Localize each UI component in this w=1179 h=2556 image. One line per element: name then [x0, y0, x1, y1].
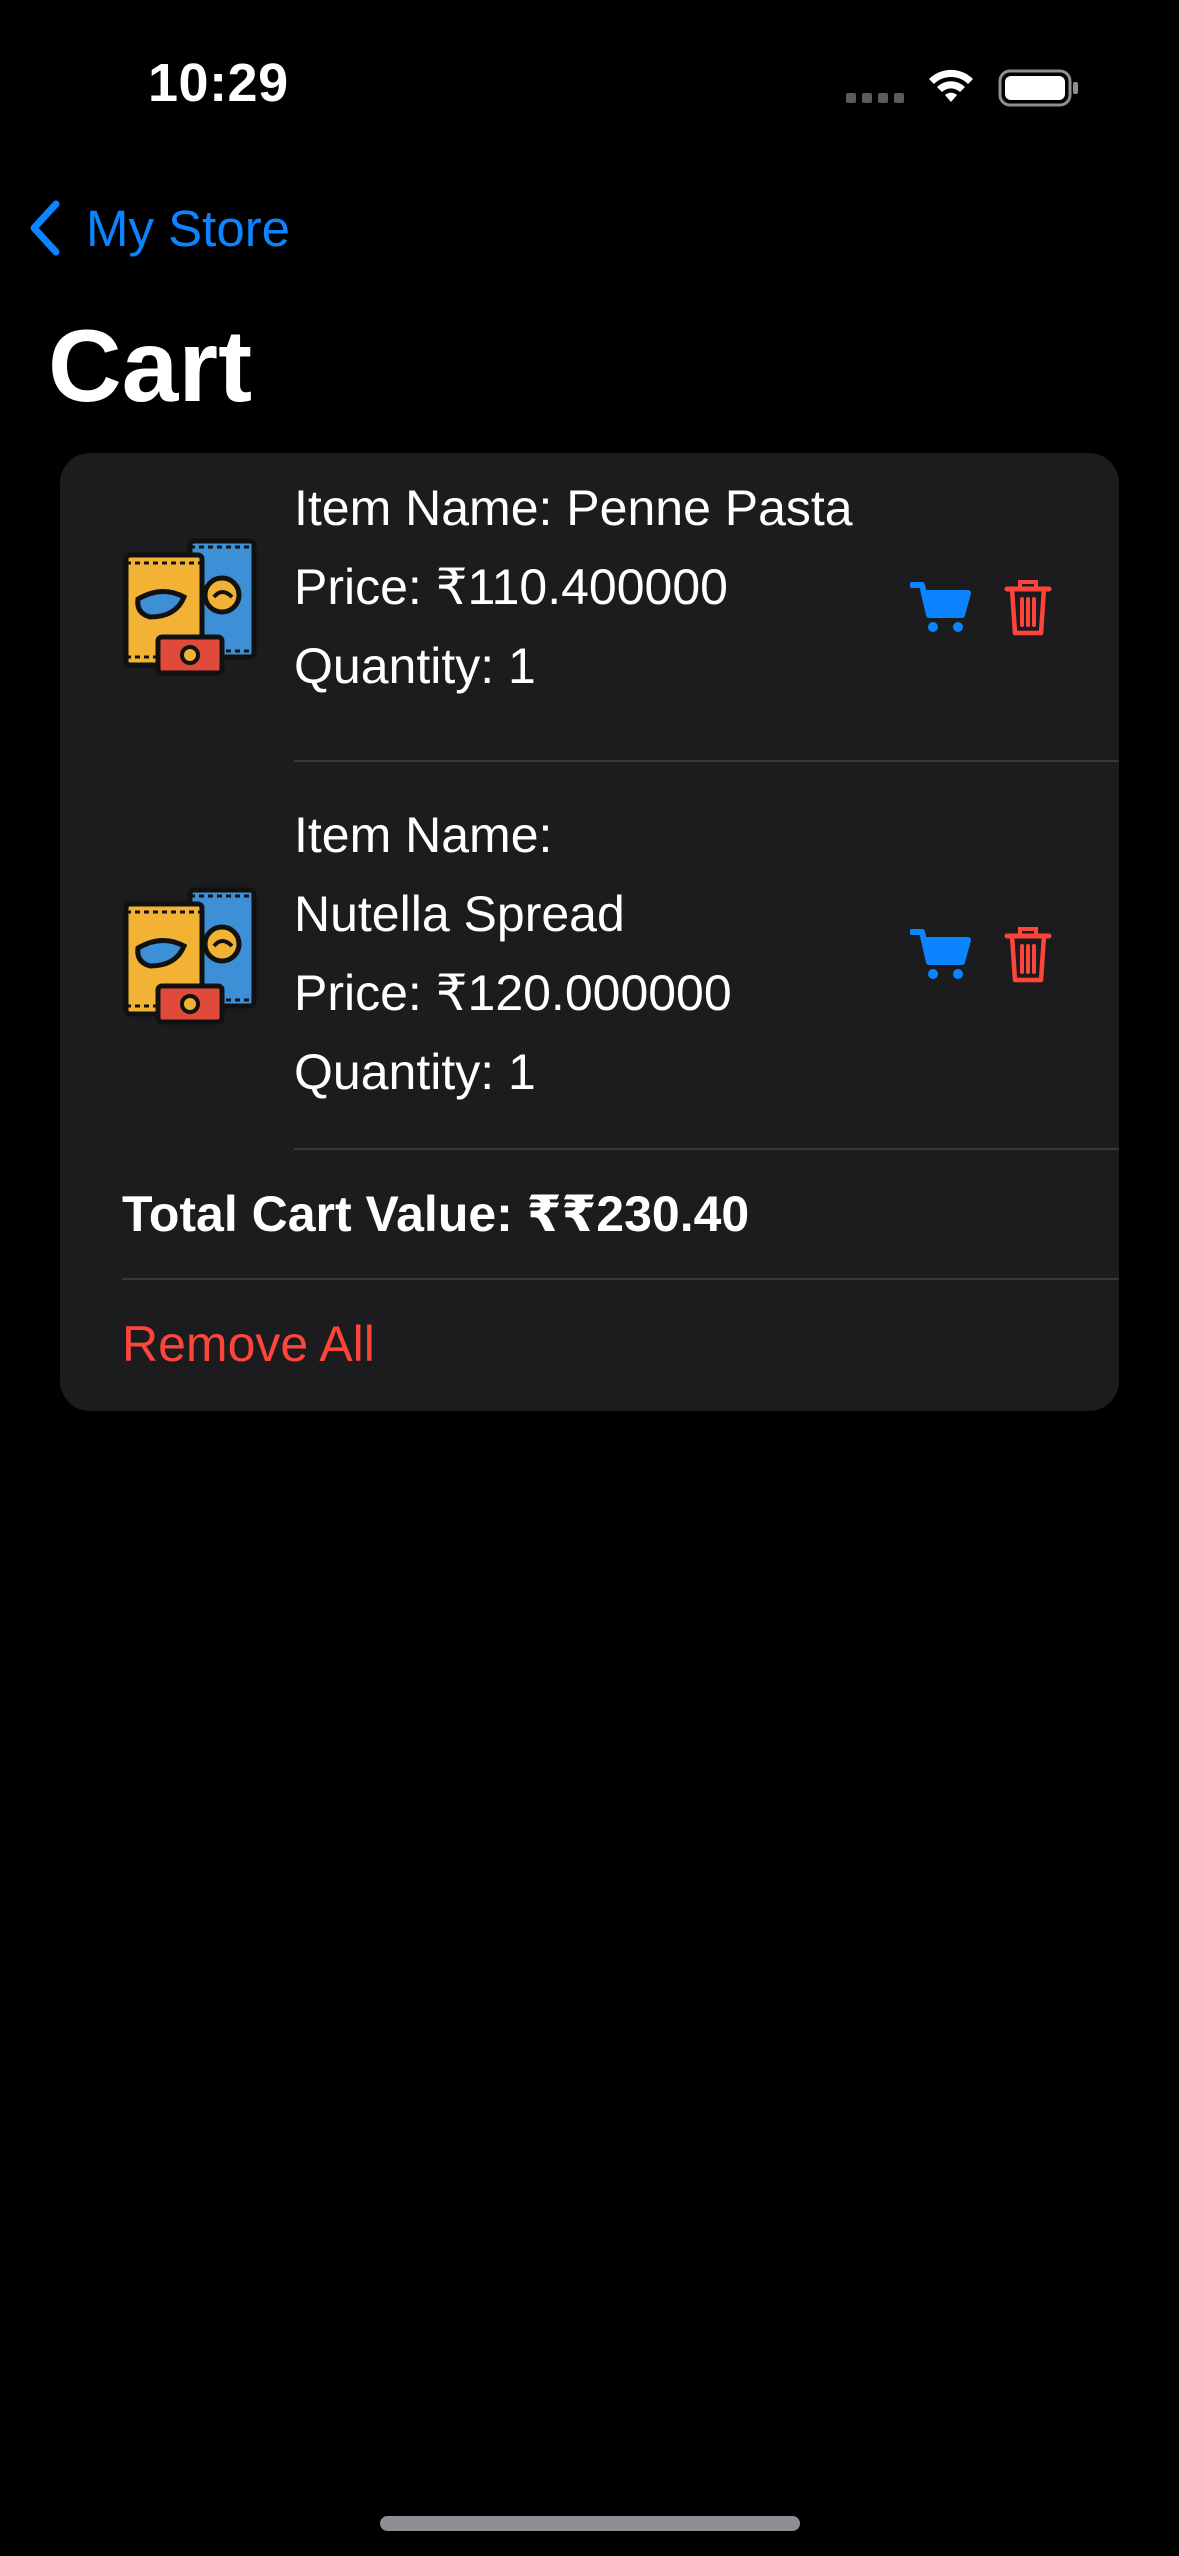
page-title: Cart: [48, 309, 253, 423]
item-name-label: Item Name:: [294, 807, 553, 863]
cellular-signal-icon: [846, 93, 904, 103]
item-details: Item Name: Nutella Spread Price: ₹120.00…: [294, 796, 732, 1112]
remove-all-button[interactable]: Remove All: [60, 1279, 1119, 1411]
cart-icon[interactable]: [910, 579, 972, 635]
item-name: Item Name: Penne Pasta: [294, 480, 853, 536]
snack-packs-icon: [123, 887, 257, 1025]
cart-icon[interactable]: [910, 926, 972, 982]
item-price: Price: ₹120.000000: [294, 965, 732, 1021]
total-row: Total Cart Value: ₹₹230.40: [60, 1149, 1119, 1279]
trash-icon[interactable]: [1003, 577, 1053, 637]
status-bar: 10:29: [0, 0, 1179, 170]
home-indicator[interactable]: [380, 2516, 800, 2531]
total-cart-value: Total Cart Value: ₹₹230.40: [122, 1186, 750, 1242]
item-quantity: Quantity: 1: [294, 638, 536, 694]
back-button[interactable]: My Store: [26, 190, 290, 266]
snack-packs-icon: [123, 538, 257, 676]
back-button-label: My Store: [86, 199, 291, 257]
cart-item-row: Item Name: Penne Pasta Price: ₹110.40000…: [60, 453, 1119, 761]
item-price: Price: ₹110.400000: [294, 559, 728, 615]
cart-item-row: Item Name: Nutella Spread Price: ₹120.00…: [60, 761, 1119, 1149]
item-name: Nutella Spread: [294, 886, 625, 942]
status-time: 10:29: [148, 53, 289, 113]
trash-icon[interactable]: [1003, 924, 1053, 984]
battery-icon: [998, 69, 1078, 107]
wifi-icon: [929, 69, 973, 102]
item-quantity: Quantity: 1: [294, 1044, 536, 1100]
item-details: Item Name: Penne Pasta Price: ₹110.40000…: [294, 469, 853, 706]
chevron-left-icon: [30, 200, 60, 256]
remove-all-label: Remove All: [122, 1316, 375, 1372]
cart-list: Item Name: Penne Pasta Price: ₹110.40000…: [60, 453, 1119, 1411]
